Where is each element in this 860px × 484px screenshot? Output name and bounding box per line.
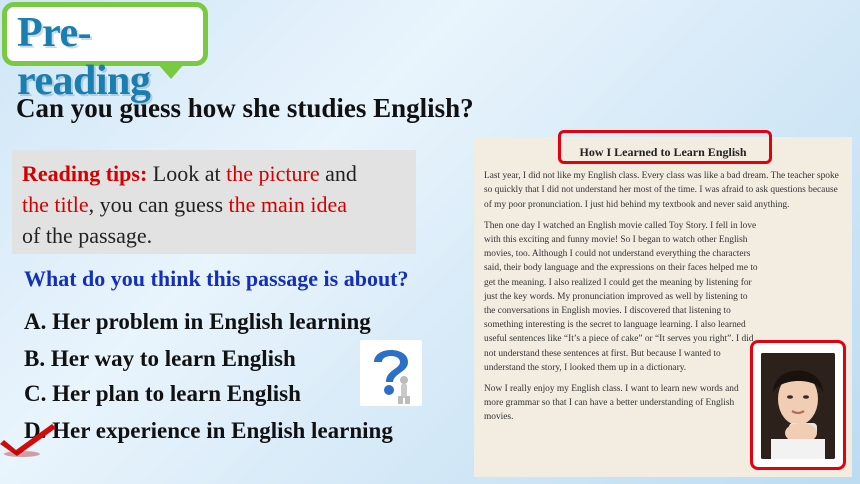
tips-text-4: of the passage.: [22, 223, 153, 248]
slide-title: Pre-reading: [17, 10, 151, 104]
tips-text-3: , you can guess: [88, 192, 229, 217]
option-d[interactable]: D. Her experience in English learning: [24, 418, 393, 444]
tips-text-2: and: [319, 161, 357, 186]
about-question: What do you think this passage is about?: [24, 266, 409, 291]
option-c[interactable]: C. Her plan to learn English: [24, 381, 301, 407]
photo-highlight-frame: [750, 340, 846, 470]
girl-photo: [761, 353, 835, 459]
tips-picture: the picture: [226, 161, 320, 186]
tips-title: the title: [22, 192, 89, 217]
reading-tips-box: Reading tips: Look at the picture and th…: [12, 150, 416, 254]
tips-text-1: Look at: [147, 161, 227, 186]
option-b[interactable]: B. Her way to learn English: [24, 346, 296, 372]
title-highlight-frame: [558, 130, 772, 164]
question-mark-figure-icon: [360, 340, 422, 406]
title-bubble: Pre-reading: [2, 2, 208, 104]
passage-paragraph-1: Last year, I did not like my English cla…: [484, 171, 839, 210]
option-a[interactable]: A. Her problem in English learning: [24, 309, 371, 335]
guess-question: Can you guess how she studies English?: [16, 93, 474, 123]
tips-main-idea: the main idea: [228, 192, 348, 217]
tips-label: Reading tips:: [22, 161, 148, 186]
red-check-icon: [0, 418, 60, 458]
